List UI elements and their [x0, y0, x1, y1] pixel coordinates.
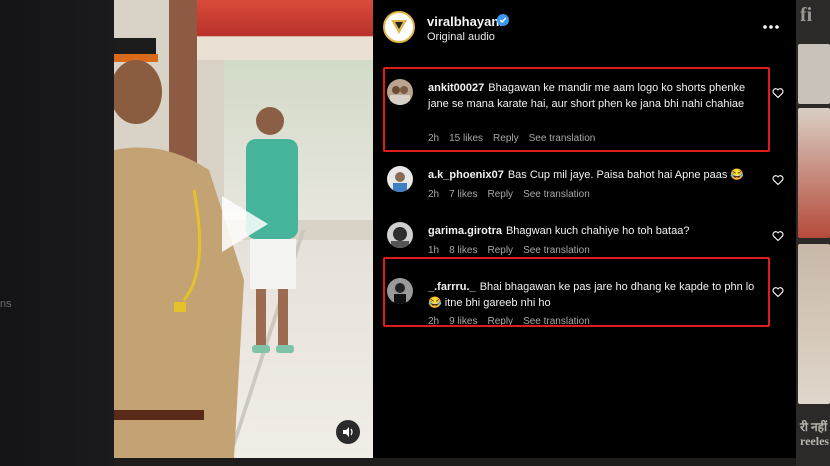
audio-label[interactable]: Original audio [427, 31, 495, 43]
heart-outline-icon[interactable] [772, 87, 784, 99]
comments-panel: viralbhayani Original audio ankit00027 Bh… [373, 0, 796, 458]
comment-text-block: garima.girotra Bhagwan kuch chahiye ho to… [428, 223, 763, 239]
comment-meta: 2h 7 likes Reply See translation [428, 189, 600, 200]
highlight-box [383, 257, 770, 327]
commenter-avatar[interactable] [387, 222, 413, 248]
background-thumbnail [798, 108, 830, 238]
comment-text: Bas Cup mil jaye. Paisa bahot hai Apne p… [507, 169, 745, 181]
highlight-box [383, 67, 770, 152]
background-thumbnail [798, 244, 830, 404]
reply-button[interactable]: Reply [487, 245, 513, 256]
heart-outline-icon[interactable] [772, 174, 784, 186]
speaker-icon[interactable] [336, 420, 360, 444]
see-translation-link[interactable]: See translation [523, 189, 590, 200]
background-page-left: ns [0, 0, 114, 466]
comment-text: Bhagwan kuch chahiye ho toh bataa? [505, 225, 690, 237]
heart-outline-icon[interactable] [772, 286, 784, 298]
background-headline: fi [800, 4, 813, 26]
comment-username[interactable]: garima.girotra [428, 225, 502, 237]
heart-outline-icon[interactable] [772, 230, 784, 242]
reel-video[interactable] [114, 0, 373, 458]
background-text: ns [0, 298, 12, 310]
comment-age: 1h [428, 245, 440, 256]
brand-logo-icon [391, 20, 407, 34]
more-options-icon[interactable] [761, 17, 781, 37]
play-icon[interactable] [222, 196, 268, 252]
reply-button[interactable]: Reply [487, 189, 513, 200]
verified-badge-icon [497, 14, 509, 26]
comment-age: 2h [428, 189, 440, 200]
background-caption: री नहीं reeles [800, 420, 830, 448]
profile-avatar[interactable] [383, 11, 415, 43]
background-strip [114, 458, 796, 466]
post-username[interactable]: viralbhayani [427, 14, 503, 29]
commenter-avatar[interactable] [387, 166, 413, 192]
comment-text-block: a.k_phoenix07 Bas Cup mil jaye. Paisa bah… [428, 167, 763, 183]
background-page-right: fi री नहीं reeles [796, 0, 830, 466]
post-header: viralbhayani Original audio [373, 0, 796, 56]
comment-likes[interactable]: 8 likes [449, 245, 477, 256]
background-thumbnail [798, 44, 830, 104]
comment-username[interactable]: a.k_phoenix07 [428, 169, 504, 181]
see-translation-link[interactable]: See translation [523, 245, 590, 256]
comment-meta: 1h 8 likes Reply See translation [428, 245, 600, 256]
comment-likes[interactable]: 7 likes [449, 189, 477, 200]
